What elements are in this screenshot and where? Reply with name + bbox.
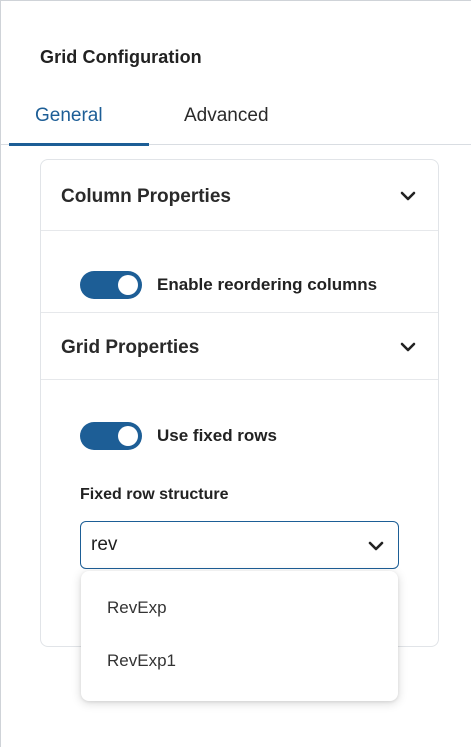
grid-properties-header[interactable]: Grid Properties xyxy=(41,312,438,380)
chevron-down-icon[interactable] xyxy=(400,190,416,202)
chevron-down-icon[interactable] xyxy=(400,341,416,353)
enable-reordering-columns-toggle[interactable] xyxy=(80,271,142,299)
active-tab-indicator xyxy=(9,143,149,146)
tab-advanced[interactable]: Advanced xyxy=(184,105,269,127)
use-fixed-rows-toggle[interactable] xyxy=(80,422,142,450)
toggle-knob xyxy=(118,426,138,446)
panel-title: Grid Configuration xyxy=(40,47,202,67)
fixed-row-structure-select[interactable] xyxy=(80,521,399,569)
chevron-down-icon[interactable] xyxy=(368,540,384,552)
fixed-row-structure-label: Fixed row structure xyxy=(80,486,229,503)
fixed-row-structure-input[interactable] xyxy=(91,533,341,557)
dropdown-option[interactable]: RevExp1 xyxy=(107,651,176,671)
column-properties-title: Column Properties xyxy=(61,186,231,207)
toggle-knob xyxy=(118,275,138,295)
grid-configuration-panel: Grid Configuration General Advanced Colu… xyxy=(0,0,471,747)
use-fixed-rows-label: Use fixed rows xyxy=(157,426,277,445)
grid-properties-title: Grid Properties xyxy=(61,337,200,358)
tab-general[interactable]: General xyxy=(35,105,103,127)
enable-reordering-columns-label: Enable reordering columns xyxy=(157,275,378,294)
tab-bar: General Advanced xyxy=(1,97,471,147)
dropdown-option[interactable]: RevExp xyxy=(107,598,167,618)
column-properties-header[interactable]: Column Properties xyxy=(41,160,438,231)
fixed-row-structure-dropdown: RevExp RevExp1 xyxy=(81,571,398,701)
